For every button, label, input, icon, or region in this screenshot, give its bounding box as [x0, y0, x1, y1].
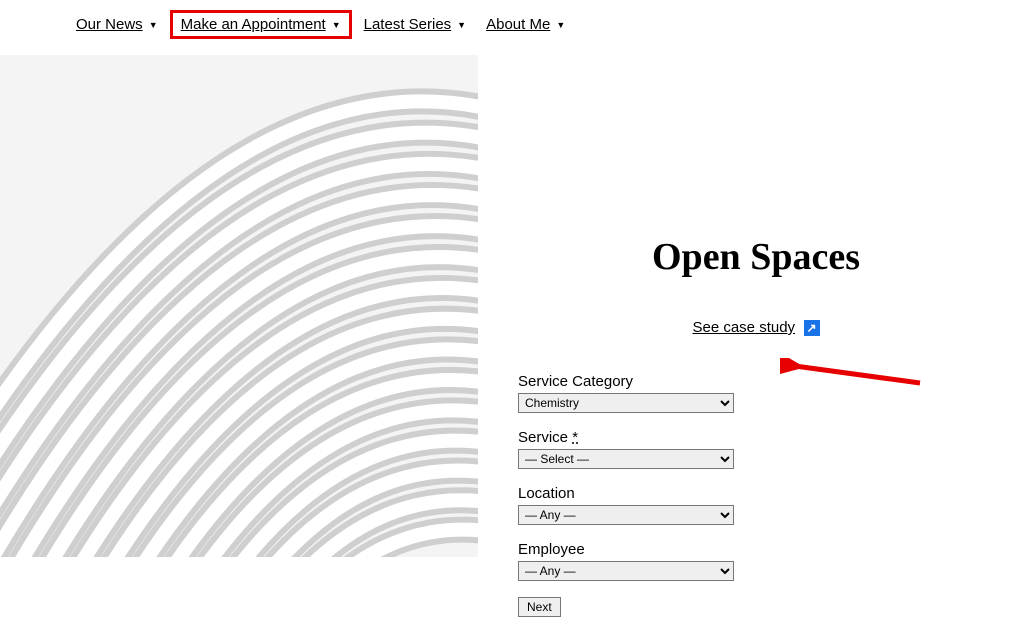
nav-item-latest-series[interactable]: Latest Series ▼ [356, 10, 474, 39]
employee-group: Employee — Any — [518, 541, 994, 581]
location-select[interactable]: — Any — [518, 505, 734, 525]
nav-item-about-me[interactable]: About Me ▼ [478, 10, 573, 39]
nav-label: Make an Appointment [181, 16, 326, 33]
nav-label: About Me [486, 16, 550, 33]
location-group: Location — Any — [518, 485, 994, 525]
chevron-down-icon: ▼ [457, 20, 466, 30]
required-indicator: * [572, 429, 578, 446]
page-title: Open Spaces [558, 235, 954, 279]
nav-label: Our News [76, 16, 143, 33]
nav-label: Latest Series [364, 16, 452, 33]
service-group: Service * — Select — [518, 429, 994, 469]
location-label: Location [518, 485, 994, 502]
chevron-down-icon: ▼ [556, 20, 565, 30]
hero-image [0, 55, 478, 557]
service-select[interactable]: — Select — [518, 449, 734, 469]
nav-item-make-appointment[interactable]: Make an Appointment ▼ [170, 10, 352, 39]
service-category-select[interactable]: Chemistry [518, 393, 734, 413]
external-link-icon: ↗ [804, 320, 820, 336]
chevron-down-icon: ▼ [332, 20, 341, 30]
next-button[interactable]: Next [518, 597, 561, 617]
employee-label: Employee [518, 541, 994, 558]
service-category-label: Service Category [518, 373, 994, 390]
case-study-link-wrap: See case study ↗ [558, 319, 954, 337]
chevron-down-icon: ▼ [149, 20, 158, 30]
employee-select[interactable]: — Any — [518, 561, 734, 581]
top-navigation: Our News ▼ Make an Appointment ▼ Latest … [0, 0, 1024, 49]
content-row: Open Spaces See case study ↗ Service Cat… [0, 55, 1024, 617]
service-category-group: Service Category Chemistry [518, 373, 994, 413]
case-study-link[interactable]: See case study [692, 319, 795, 336]
hero-right: Open Spaces See case study ↗ Service Cat… [478, 55, 1024, 617]
appointment-form: Service Category Chemistry Service * — S… [518, 373, 994, 617]
service-label: Service * [518, 429, 994, 446]
nav-item-our-news[interactable]: Our News ▼ [68, 10, 166, 39]
